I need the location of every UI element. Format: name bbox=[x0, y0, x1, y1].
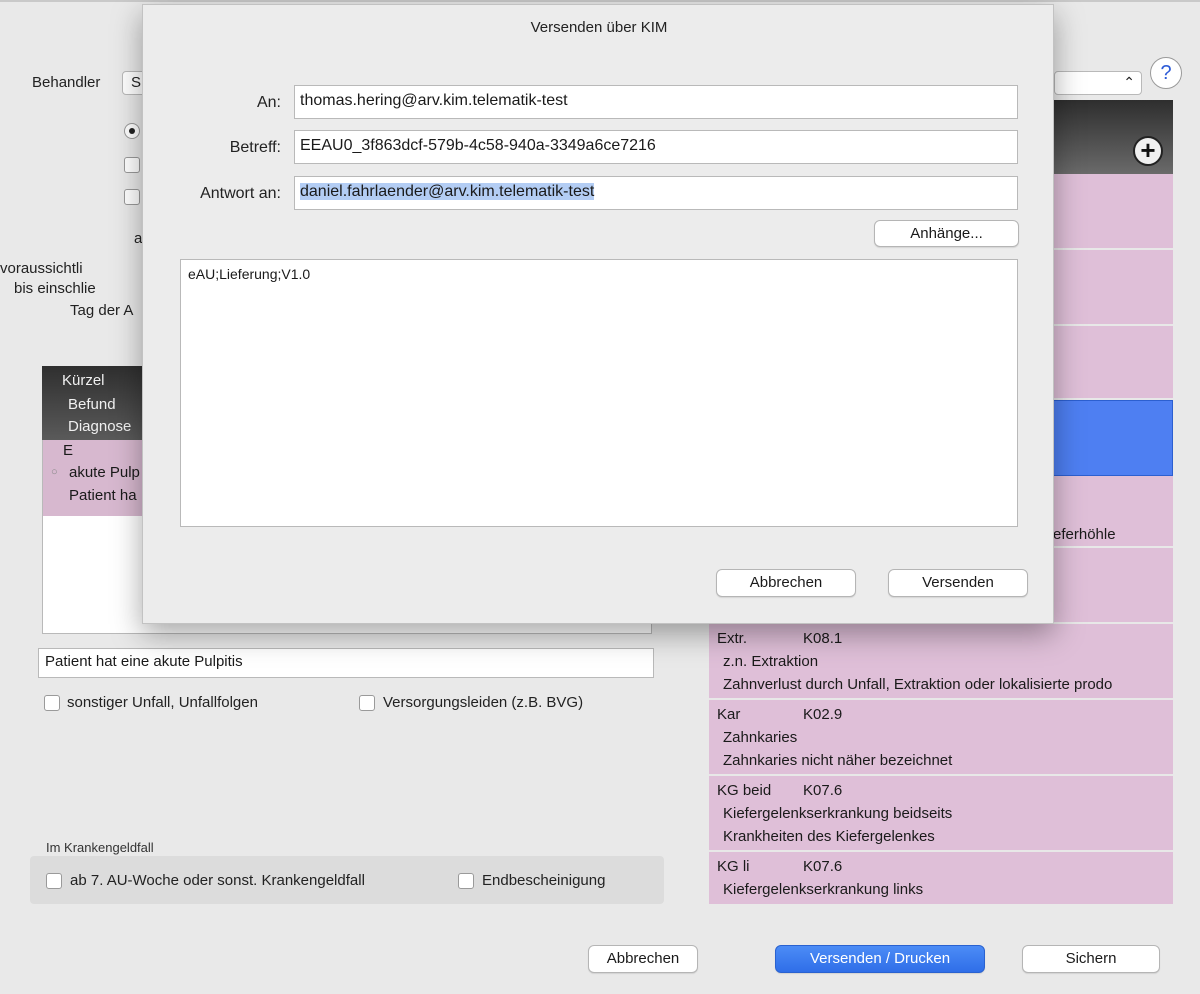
krankengeld-group: ab 7. AU-Woche oder sonst. Krankengeldfa… bbox=[30, 856, 664, 904]
list-item[interactable]: Extr. K08.1 z.n. Extraktion Zahnverlust … bbox=[709, 624, 1173, 700]
krankengeld-section-label: Im Krankengeldfall bbox=[46, 840, 154, 855]
subject-label: Betreff: bbox=[229, 139, 281, 156]
option-checkbox-2[interactable] bbox=[124, 189, 140, 205]
row-code: KG li bbox=[717, 858, 750, 875]
row-line1: Kiefergelenkserkrankung links bbox=[723, 881, 924, 898]
row-icd: K07.6 bbox=[803, 782, 843, 799]
dialog-cancel-button[interactable]: Abbrechen bbox=[716, 569, 856, 597]
header-kuerzel: Kürzel bbox=[62, 372, 105, 389]
list-item[interactable]: KG li K07.6 Kiefergelenkserkrankung link… bbox=[709, 852, 1173, 904]
option-radio[interactable] bbox=[124, 123, 140, 139]
behandler-value: S bbox=[131, 74, 142, 91]
unfall-checkbox[interactable] bbox=[44, 695, 60, 711]
versorgung-label: Versorgungsleiden (z.B. BVG) bbox=[383, 694, 584, 711]
main-window: Behandler S ⌃ ? a voraussichtli bis eins… bbox=[0, 0, 1200, 994]
unfall-label: sonstiger Unfall, Unfallfolgen bbox=[67, 694, 258, 711]
row-line1: z.n. Extraktion bbox=[723, 653, 819, 670]
circle-icon: ○ bbox=[51, 466, 58, 478]
row-icd: K08.1 bbox=[803, 630, 843, 647]
row-line1: Zahnkaries bbox=[723, 729, 798, 746]
row-icd: K07.6 bbox=[803, 858, 843, 875]
partial-row-text: eferhöhle bbox=[1053, 526, 1116, 543]
row-code: Kar bbox=[717, 706, 741, 723]
versorgung-checkbox[interactable] bbox=[359, 695, 375, 711]
row-icd: K02.9 bbox=[803, 706, 843, 723]
kim-send-dialog: Versenden über KIM An: thomas.hering@arv… bbox=[142, 4, 1054, 624]
question-mark-icon[interactable]: ? bbox=[1150, 57, 1182, 89]
list-item[interactable]: KG beid K07.6 Kiefergelenkserkrankung be… bbox=[709, 776, 1173, 852]
row-line2: Zahnkaries nicht näher bezeichnet bbox=[723, 752, 953, 769]
message-body-field[interactable]: eAU;Lieferung;V1.0 bbox=[180, 259, 1018, 527]
reply-to-label: Antwort an: bbox=[200, 185, 281, 202]
save-button[interactable]: Sichern bbox=[1022, 945, 1160, 973]
row-line2: Zahnverlust durch Unfall, Extraktion ode… bbox=[723, 676, 1113, 693]
plus-circle-icon[interactable]: + bbox=[1133, 136, 1163, 166]
attachments-button[interactable]: Anhänge... bbox=[874, 220, 1019, 247]
right-select[interactable]: ⌃ bbox=[1054, 71, 1142, 95]
list-item[interactable]: Kar K02.9 Zahnkaries Zahnkaries nicht nä… bbox=[709, 700, 1173, 776]
diagnosis-text-field[interactable]: Patient hat eine akute Pulpitis bbox=[38, 648, 654, 678]
row-line2: Krankheiten des Kiefergelenkes bbox=[723, 828, 935, 845]
row-line1: akute Pulp bbox=[69, 464, 140, 481]
label-bis-einschliesslich: bis einschlie bbox=[14, 280, 96, 297]
behandler-label: Behandler bbox=[32, 74, 101, 91]
endbescheinigung-checkbox[interactable] bbox=[458, 873, 474, 889]
row-code: E bbox=[63, 442, 74, 459]
ab7-label: ab 7. AU-Woche oder sonst. Krankengeldfa… bbox=[70, 872, 365, 889]
dialog-title: Versenden über KIM bbox=[530, 19, 668, 36]
label-voraussichtlich: voraussichtli bbox=[0, 260, 83, 277]
reply-to-value: daniel.fahrlaender@arv.kim.telematik-tes… bbox=[300, 183, 595, 200]
up-down-chevron-icon: ⌃ bbox=[1123, 74, 1135, 90]
label-tag: Tag der A bbox=[70, 302, 134, 319]
row-line1: Kiefergelenkserkrankung beidseits bbox=[723, 805, 953, 822]
row-code: Extr. bbox=[717, 630, 748, 647]
dialog-send-button[interactable]: Versenden bbox=[888, 569, 1028, 597]
reply-to-field[interactable]: daniel.fahrlaender@arv.kim.telematik-tes… bbox=[294, 176, 1018, 210]
ab7-checkbox[interactable] bbox=[46, 873, 62, 889]
send-print-button[interactable]: Versenden / Drucken bbox=[775, 945, 985, 973]
header-diagnose: Diagnose bbox=[68, 418, 132, 435]
row-line2: Patient ha bbox=[69, 487, 137, 504]
row-code: KG beid bbox=[717, 782, 772, 799]
subject-field[interactable]: EEAU0_3f863dcf-579b-4c58-940a-3349a6ce72… bbox=[294, 130, 1018, 164]
to-label: An: bbox=[256, 94, 281, 111]
endbescheinigung-label: Endbescheinigung bbox=[482, 872, 606, 889]
cancel-button[interactable]: Abbrechen bbox=[588, 945, 698, 973]
to-field[interactable]: thomas.hering@arv.kim.telematik-test bbox=[294, 85, 1018, 119]
option-checkbox-1[interactable] bbox=[124, 157, 140, 173]
header-befund: Befund bbox=[68, 396, 116, 413]
